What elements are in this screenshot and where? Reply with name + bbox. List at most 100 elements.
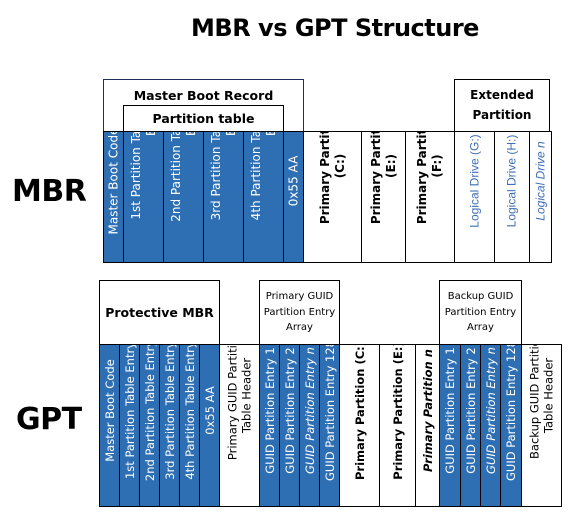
gpt-cell-primary-partition-e: Primary Partition (E:)	[379, 344, 416, 507]
mbr-cell-1st-partition-table-entry: 1st Partition TableEntry	[123, 131, 164, 263]
master-boot-record-label: Master Boot Record	[133, 88, 274, 103]
cell-label: 1st Partition Table Entry	[122, 344, 137, 488]
gpt-cell-guid-partition-entry-1: GUID Partition Entry 1	[259, 344, 280, 507]
cell-label-line: Primary Partition	[415, 131, 429, 225]
cell-label-line: Table Header	[541, 358, 556, 434]
cell-label-line: 2nd Partition Table Entry	[142, 344, 157, 481]
backup-guid-array-line-2: Partition Entry	[444, 306, 517, 318]
mbr-cell-4th-partition-table-entry: 4th Partition TableEntry	[243, 131, 284, 263]
cell-label: 0x55 AA	[286, 132, 301, 243]
cell-label: Primary Partition (C:)	[352, 344, 367, 488]
gpt-cell-backup-guid-partition-table-header: Backup GUID Partition Table Header	[521, 344, 562, 507]
gpt-cell-guid-partition-entry-n: GUID Partition Entry n	[480, 344, 501, 507]
cell-label-line: GUID Partition Entry 128	[322, 344, 337, 481]
gpt-cell-primary-partition-c: Primary Partition (C:)	[339, 344, 380, 507]
backup-guid-array-header: Backup GUID Partition Entry Array	[439, 280, 522, 345]
cell-label-line: 3rd Partition Table Entry	[162, 344, 177, 480]
gpt-cell-guid-partition-entry-128: GUID Partition Entry 128	[500, 344, 522, 507]
cell-label-line: Primary Partition (C:)	[352, 344, 367, 480]
gpt-cell-3rd-partition-table-entry: 3rd Partition Table Entry	[159, 344, 180, 507]
cell-label-line: 1st Partition Table	[128, 131, 143, 220]
cell-label-line: Logical Drive n	[533, 141, 547, 221]
cell-label-line: Master Boot Code	[102, 358, 117, 462]
cell-label-line: GUID Partition Entry n	[483, 346, 498, 474]
cell-label-line: Primary Partition	[317, 131, 332, 225]
gpt-cell-4th-partition-table-entry: 4th Partition Table Entry	[179, 344, 200, 507]
cell-label: Backup GUID Partition Table Header	[527, 344, 556, 473]
cell-label-line: GUID Partition Entry 1	[442, 346, 457, 474]
cell-label: Primary Partition n	[420, 345, 435, 488]
protective-mbr-header: Protective MBR	[99, 280, 220, 345]
extended-partition-label: Extended Partition	[470, 88, 534, 122]
cell-label: Master Boot Code	[102, 345, 117, 488]
cell-label-line: (F:)	[430, 154, 444, 178]
gpt-cell-guid-partition-entry-n: GUID Partition Entry n	[299, 344, 320, 507]
cell-label: Logical Drive n	[533, 132, 548, 243]
mbr-cell-master-boot-code: Master Boot Code	[103, 131, 124, 263]
cell-label-line: GUID Partition Entry 2	[282, 346, 297, 474]
cell-label: Primary Partition (E:)	[368, 131, 399, 228]
cell-label: Logical Drive (G:)	[467, 132, 482, 243]
gpt-cell-guid-partition-entry-1: GUID Partition Entry 1	[439, 344, 461, 507]
cell-label-line: 0x55 AA	[286, 155, 300, 207]
cell-label: 2nd Partition Table Entry	[142, 344, 157, 488]
cell-label-line: Primary GUID Partition	[225, 344, 240, 461]
partition-table-header: Partition table	[123, 105, 284, 132]
cell-label-line: (E:)	[383, 154, 398, 178]
cell-label: GUID Partition Entry n	[483, 345, 498, 488]
cell-label: 1st Partition TableEntry	[128, 131, 159, 228]
gpt-cell-2nd-partition-table-entry: 2nd Partition Table Entry	[139, 344, 160, 507]
cell-label-line: GUID Partition Entry n	[302, 346, 317, 474]
cell-label-line: Entry	[144, 132, 159, 228]
cell-label: Logical Drive (H:)	[504, 132, 520, 243]
protective-mbr-label: Protective MBR	[105, 305, 214, 320]
gpt-cell-primary-guid-partition-table-header: Primary GUID Partition Table Header	[219, 344, 260, 507]
cell-label: GUID Partition Entry n	[302, 345, 317, 488]
cell-label-line: Logical Drive (H:)	[504, 134, 519, 228]
primary-guid-array-line-1: Primary GUID	[265, 291, 334, 303]
cell-label-line: Master Boot Code	[106, 131, 120, 235]
gpt-cell-primary-partition-n: Primary Partition n	[415, 344, 440, 507]
cell-label-line: 2nd Partition Table	[168, 131, 183, 222]
cell-label-line: Entry	[224, 132, 239, 228]
cell-label-line: Primary Partition n	[420, 348, 435, 472]
cell-label: GUID Partition Entry 1	[262, 345, 276, 488]
cell-label: GUID Partition Entry 2	[282, 345, 297, 488]
cell-label-line: Logical Drive (G:)	[467, 134, 481, 228]
diagram-title: MBR vs GPT Structure	[191, 14, 479, 42]
cell-label: 0x55 AA	[202, 345, 216, 488]
mbr-row-label: MBR	[12, 174, 87, 209]
cell-label: 3rd Partition TableEntry	[209, 132, 239, 228]
cell-label: 2nd Partition TableEntry	[168, 131, 199, 228]
partition-table-label: Partition table	[152, 111, 255, 126]
cell-label-line: 1st Partition Table Entry	[122, 344, 137, 479]
cell-label-line: 4th Partition Table Entry	[182, 344, 197, 480]
cell-label-line: Entry	[264, 132, 279, 228]
mbr-cell-logical-drive-g: Logical Drive (G:)	[454, 131, 495, 263]
cell-label-line: Table Header	[239, 358, 254, 434]
cell-label-line: (C:)	[332, 153, 347, 179]
extended-partition-header: Extended Partition	[454, 79, 550, 132]
gpt-cell-guid-partition-entry-128: GUID Partition Entry 128	[319, 344, 340, 507]
cell-label-line: Primary Partition	[368, 131, 383, 225]
cell-label: Primary GUID Partition Table Header	[225, 344, 254, 473]
cell-label: Primary Partition (C:)	[317, 131, 348, 228]
cell-label: Primary Partition (F:)	[415, 131, 445, 228]
cell-label: Master Boot Code	[106, 131, 121, 243]
cell-label: GUID Partition Entry 128	[503, 344, 518, 488]
mbr-cell-0x55-aa: 0x55 AA	[283, 131, 304, 263]
cell-label: GUID Partition Entry 2	[463, 345, 477, 488]
mbr-cell-primary-partition-e: Primary Partition (E:)	[361, 131, 406, 263]
mbr-cell-3rd-partition-table-entry: 3rd Partition TableEntry	[203, 131, 244, 263]
cell-label-line: GUID Partition Entry 128	[503, 344, 518, 481]
primary-guid-array-line-2: Partition Entry	[263, 306, 336, 318]
gpt-cell-guid-partition-entry-2: GUID Partition Entry 2	[279, 344, 300, 507]
mbr-cell-2nd-partition-table-entry: 2nd Partition TableEntry	[163, 131, 204, 263]
gpt-cell-0x55-aa: 0x55 AA	[199, 344, 220, 507]
cell-label-line: Backup GUID Partition	[527, 344, 542, 460]
cell-label: 3rd Partition Table Entry	[162, 344, 177, 488]
cell-label: GUID Partition Entry 1	[442, 345, 457, 488]
backup-guid-array-line-3: Array	[467, 322, 494, 334]
mbr-cell-primary-partition-f: Primary Partition (F:)	[405, 131, 455, 263]
gpt-row-label: GPT	[16, 402, 82, 437]
